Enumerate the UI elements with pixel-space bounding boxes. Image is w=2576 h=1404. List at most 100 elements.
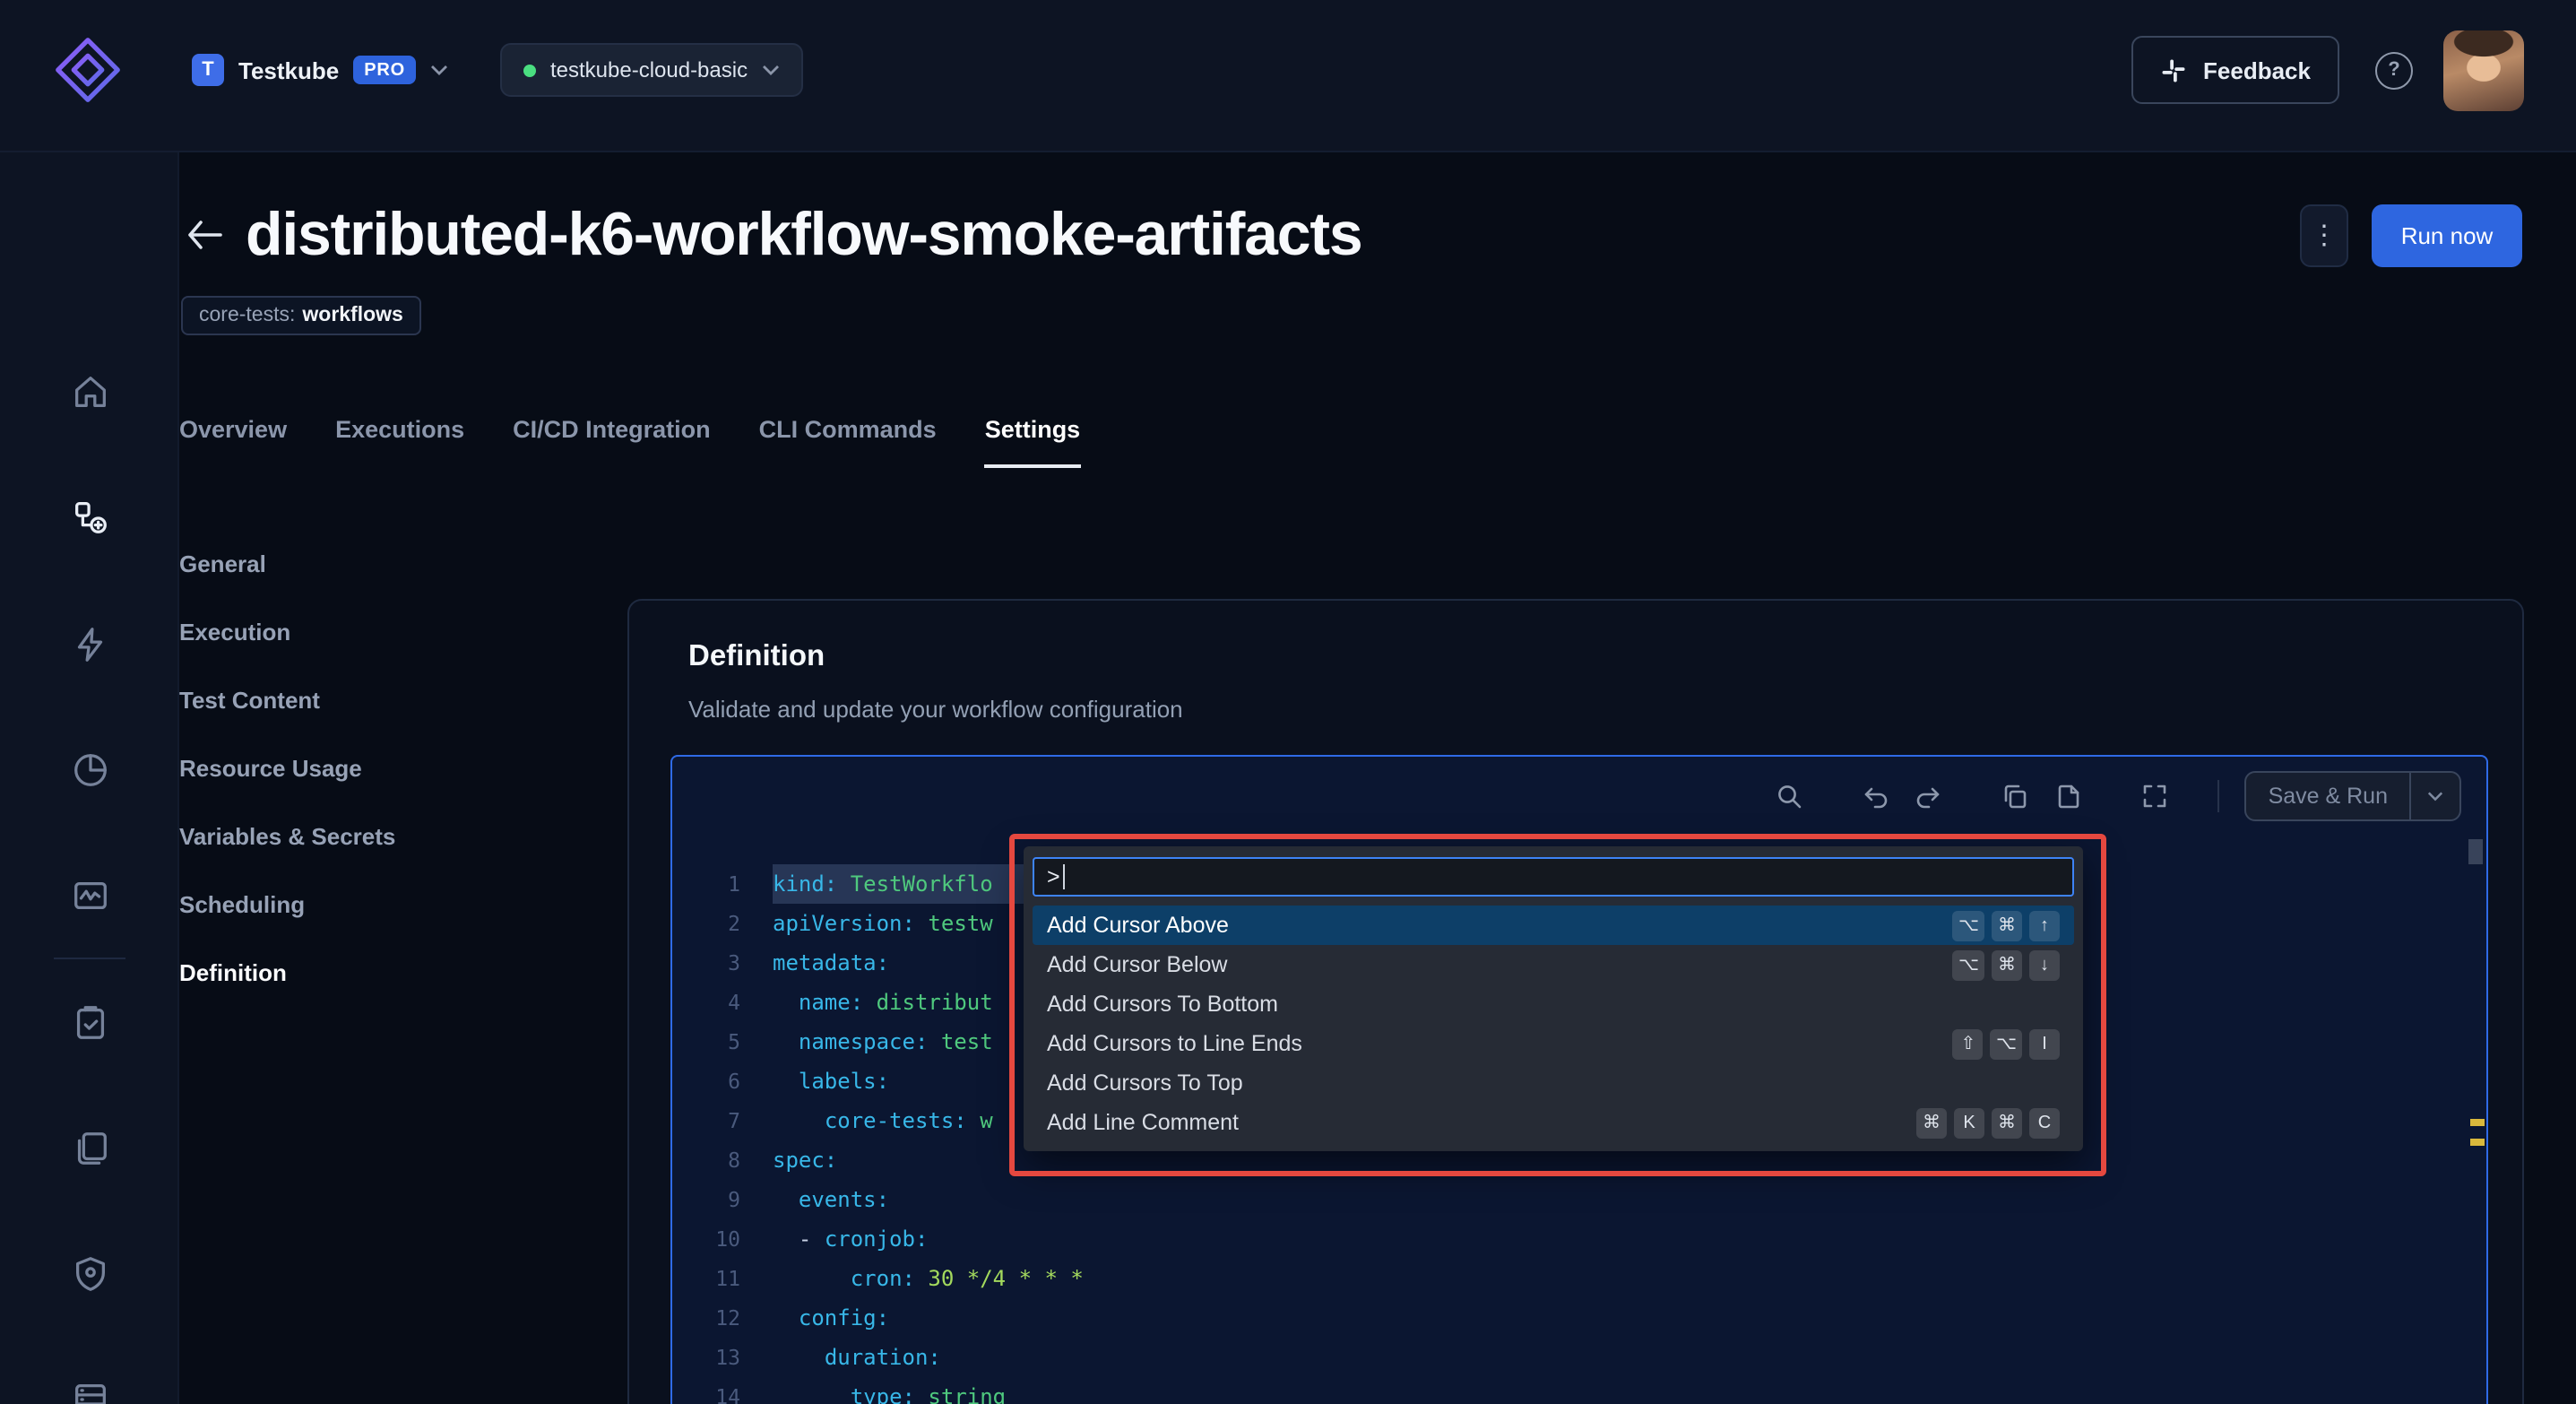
line-number: 14 <box>715 1384 740 1404</box>
sidebar-item-home[interactable] <box>52 353 127 429</box>
command-item-label: Add Cursors To Bottom <box>1047 992 1278 1017</box>
code-line-12[interactable]: 12 config: <box>672 1298 2486 1338</box>
yaml-editor[interactable]: Save & Run 1 kind: TestWorkflo 2 apiVersion… <box>670 755 2488 1404</box>
label-chip-value: workflows <box>302 305 403 326</box>
label-chip: core-tests: workflows <box>181 296 421 335</box>
command-item-label: Add Line Comment <box>1047 1110 1240 1135</box>
tabs: Overview Executions CI/CD Integration CLI C… <box>179 416 1081 468</box>
expand-button[interactable] <box>2139 780 2172 812</box>
tab-ci-cd-integration[interactable]: CI/CD Integration <box>513 416 711 468</box>
testkube-logo-icon <box>56 38 120 102</box>
save-and-run-button[interactable]: Save & Run <box>2244 771 2461 821</box>
card-subtitle: Validate and update your workflow config… <box>688 696 1183 723</box>
settings-nav-item-variables-secrets[interactable]: Variables & Secrets <box>179 818 395 855</box>
command-item-add-cursors-to-line-ends[interactable]: Add Cursors to Line Ends ⇧ ⌥ I <box>1033 1024 2074 1063</box>
line-number: 1 <box>728 871 740 897</box>
command-item-label: Add Cursor Above <box>1047 913 1229 938</box>
command-item-add-line-comment[interactable]: Add Line Comment ⌘ K ⌘ C <box>1033 1103 2074 1142</box>
code-line-10[interactable]: 10 - cronjob: <box>672 1219 2486 1259</box>
settings-nav: General Execution Test Content Resource Usa… <box>179 545 395 992</box>
code-token: metadata: <box>773 950 890 975</box>
settings-nav-item-resource-usage[interactable]: Resource Usage <box>179 750 395 787</box>
code-token: 30 */4 * * * <box>914 1266 1084 1291</box>
code-token: apiVersion: <box>773 911 915 936</box>
help-glyph: ? <box>2388 59 2400 81</box>
command-item-add-cursors-to-bottom[interactable]: Add Cursors To Bottom <box>1033 984 2074 1024</box>
user-avatar[interactable] <box>2443 30 2524 110</box>
command-item-add-cursors-to-top[interactable]: Add Cursors To Top <box>1033 1063 2074 1103</box>
settings-nav-item-general[interactable]: General <box>179 545 395 583</box>
workspace-name: Testkube <box>238 56 340 83</box>
page-title: distributed-k6-workflow-smoke-artifacts <box>246 200 1363 268</box>
key-cap: ⌘ <box>1992 949 2022 980</box>
chevron-down-icon <box>762 65 780 75</box>
sidebar-item-activity[interactable] <box>52 857 127 932</box>
code-token: core-tests: <box>824 1108 967 1133</box>
testkube-logo[interactable] <box>50 32 125 108</box>
environment-selector[interactable]: testkube-cloud-basic <box>499 43 804 97</box>
search-button[interactable] <box>1774 780 1806 812</box>
code-line-9[interactable]: 9 events: <box>672 1180 2486 1219</box>
more-actions-button[interactable]: ⋮ <box>2300 204 2348 266</box>
line-number: 6 <box>728 1069 740 1094</box>
sidebar-item-shield[interactable] <box>52 1235 127 1311</box>
key-cap: ↓ <box>2029 949 2060 980</box>
code-token: duration: <box>824 1345 941 1370</box>
command-item-shortcut: ⇧ ⌥ I <box>1952 1028 2060 1059</box>
sidebar-item-clipboard-check[interactable] <box>52 984 127 1060</box>
scrollbar-thumb[interactable] <box>2468 839 2483 864</box>
server-icon <box>74 1383 105 1404</box>
code-line-11[interactable]: 11 cron: 30 */4 * * * <box>672 1259 2486 1298</box>
back-button[interactable] <box>186 215 226 255</box>
tab-settings[interactable]: Settings <box>984 416 1081 468</box>
clipboard-check-icon <box>75 1005 104 1038</box>
chevron-down-icon[interactable] <box>2411 791 2459 802</box>
code-token: events: <box>798 1187 890 1212</box>
settings-nav-item-definition[interactable]: Definition <box>179 954 395 992</box>
slack-icon <box>2162 58 2185 82</box>
run-now-button[interactable]: Run now <box>2372 204 2522 266</box>
environment-status-dot <box>523 64 536 76</box>
sidebar-item-copies[interactable] <box>52 1110 127 1185</box>
undo-button[interactable] <box>1860 780 1892 812</box>
settings-nav-item-test-content[interactable]: Test Content <box>179 681 395 719</box>
command-item-add-cursor-above[interactable]: Add Cursor Above ⌥ ⌘ ↑ <box>1033 906 2074 945</box>
file-button[interactable] <box>2053 780 2086 812</box>
redo-button[interactable] <box>1914 780 1946 812</box>
line-number: 10 <box>715 1226 740 1252</box>
workspace-selector[interactable]: T Testkube PRO <box>192 54 448 86</box>
key-cap: ↑ <box>2029 910 2060 940</box>
help-button[interactable]: ? <box>2375 51 2413 89</box>
command-query: > <box>1047 864 1060 889</box>
key-cap: ⌥ <box>1952 910 1984 940</box>
code-line-13[interactable]: 13 duration: <box>672 1338 2486 1377</box>
plan-badge: PRO <box>353 56 416 84</box>
lightning-icon <box>76 627 102 661</box>
key-cap: ⌥ <box>1952 949 1984 980</box>
settings-nav-item-execution[interactable]: Execution <box>179 613 395 651</box>
app: T Testkube PRO testkube-cloud-basic Feed… <box>0 0 2576 1404</box>
feedback-label: Feedback <box>2203 56 2311 83</box>
copy-button[interactable] <box>2000 780 2032 812</box>
pie-chart-icon <box>73 753 106 785</box>
sidebar-item-lightning[interactable] <box>52 606 127 681</box>
workspace-avatar: T <box>192 54 224 86</box>
code-line-14[interactable]: 14 type: string <box>672 1377 2486 1404</box>
line-number: 2 <box>728 911 740 936</box>
settings-nav-item-scheduling[interactable]: Scheduling <box>179 886 395 923</box>
feedback-button[interactable]: Feedback <box>2131 36 2339 104</box>
key-cap: ⌘ <box>1916 1107 1947 1138</box>
sidebar-item-add-workflow[interactable] <box>52 479 127 554</box>
key-cap: K <box>1954 1107 1984 1138</box>
command-palette-input[interactable]: > <box>1033 857 2074 897</box>
sidebar-item-pie-chart[interactable] <box>52 732 127 807</box>
command-item-shortcut: ⌘ K ⌘ C <box>1916 1107 2060 1138</box>
command-item-add-cursor-below[interactable]: Add Cursor Below ⌥ ⌘ ↓ <box>1033 945 2074 984</box>
tab-executions[interactable]: Executions <box>335 416 464 468</box>
sidebar-item-server[interactable] <box>52 1361 127 1404</box>
tab-cli-commands[interactable]: CLI Commands <box>759 416 937 468</box>
command-item-label: Add Cursors To Top <box>1047 1070 1243 1096</box>
tab-overview[interactable]: Overview <box>179 416 287 468</box>
